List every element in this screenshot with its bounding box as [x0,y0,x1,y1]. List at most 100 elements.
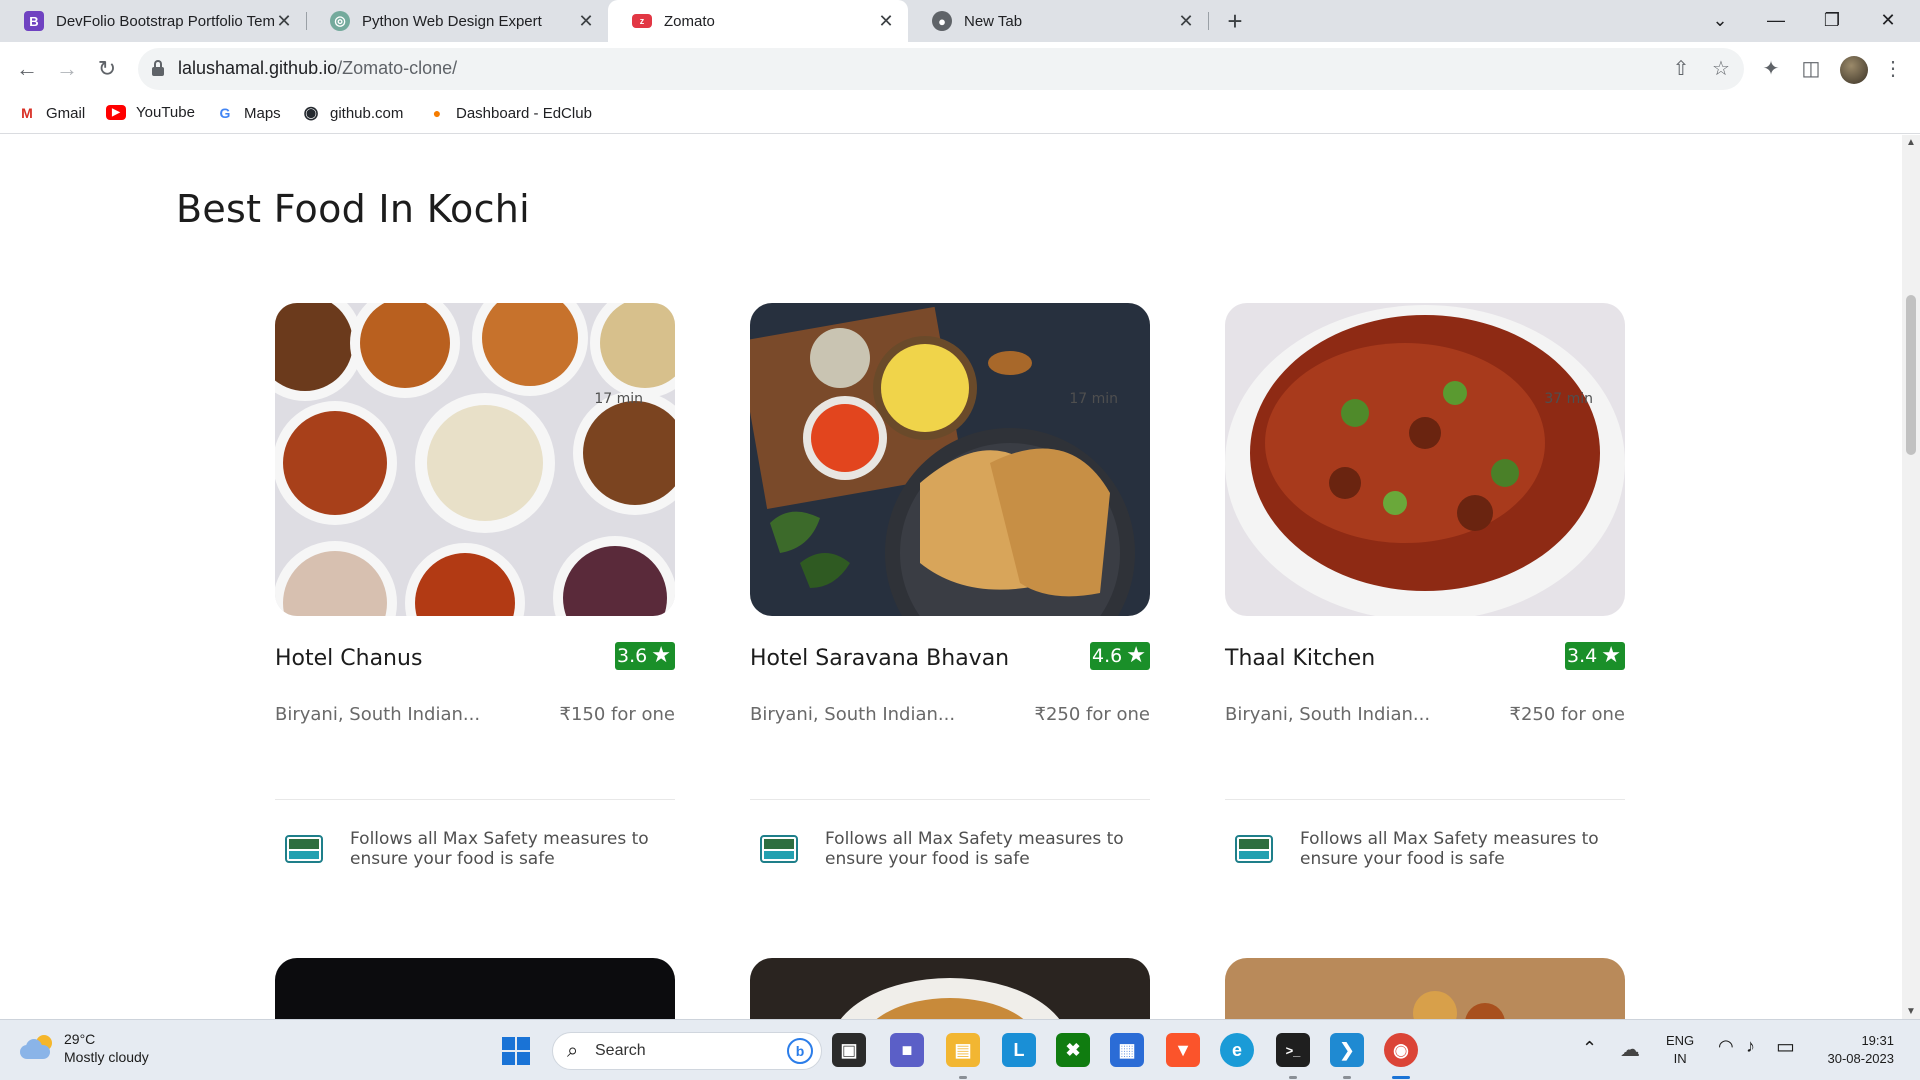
weather-widget[interactable]: 29°C Mostly cloudy [20,1030,149,1066]
close-icon[interactable]: ✕ [274,11,294,32]
close-icon[interactable]: ✕ [576,11,596,32]
tab-new-tab[interactable]: ● New Tab ✕ [908,0,1208,42]
bookmark-star-icon[interactable]: ☆ [1708,56,1734,82]
food-image[interactable] [1225,303,1625,616]
side-panel-icon[interactable]: ◫ [1796,54,1826,84]
chrome-icon[interactable]: ◉ [1384,1033,1418,1067]
tab-zomato[interactable]: z Zomato ✕ [608,0,908,42]
bing-icon[interactable]: b [787,1038,813,1064]
restaurant-name[interactable]: Hotel Chanus [275,646,422,671]
forward-button[interactable]: → [52,54,82,84]
bookmark-edclub[interactable]: ● Dashboard - EdClub [428,104,592,122]
volume-icon[interactable]: ♪ [1746,1036,1755,1057]
profile-avatar[interactable] [1840,56,1868,84]
page-scrollbar[interactable]: ▲ ▼ [1902,135,1920,1019]
clock[interactable]: 19:31 30-08-2023 [1818,1032,1895,1068]
language-code: ENG [1666,1033,1695,1048]
wifi-icon[interactable]: ◠ [1718,1036,1734,1057]
star-icon: ★ [651,643,671,668]
teams-icon[interactable]: ■ [890,1033,924,1067]
tab-search-dropdown-icon[interactable]: ⌄ [1692,0,1748,42]
rating-badge: 3.6 ★ [615,642,675,670]
new-tab-button[interactable]: + [1220,6,1250,36]
battery-icon[interactable]: ▭ [1776,1034,1795,1059]
bookmark-gmail[interactable]: M Gmail [18,104,85,122]
restaurant-name[interactable]: Thaal Kitchen [1225,646,1375,671]
file-explorer-icon[interactable]: ▤ [946,1033,980,1067]
scroll-down-arrow-icon[interactable]: ▼ [1902,1006,1920,1017]
brave-browser-icon[interactable]: ▼ [1166,1033,1200,1067]
scroll-up-arrow-icon[interactable]: ▲ [1902,137,1920,148]
window-close-button[interactable]: ✕ [1860,0,1916,42]
vscode-icon[interactable]: ❯ [1330,1033,1364,1067]
clock-date: 30-08-2023 [1827,1051,1895,1066]
language-indicator[interactable]: ENG IN [1666,1032,1694,1068]
close-icon[interactable]: ✕ [876,11,896,32]
tab-strip: B DevFolio Bootstrap Portfolio Tem ✕ ◎ P… [0,0,1920,42]
l-app-icon[interactable]: L [1002,1033,1036,1067]
url-text[interactable]: lalushamal.github.io/Zomato-clone/ [178,58,457,79]
tab-devfolio[interactable]: B DevFolio Bootstrap Portfolio Tem ✕ [0,0,306,42]
food-image[interactable] [750,303,1150,616]
rating-value: 3.4 [1567,645,1598,667]
card-divider [1225,799,1625,800]
restaurant-name[interactable]: Hotel Saravana Bhavan [750,646,1009,671]
reload-button[interactable]: ↻ [92,54,122,84]
food-image[interactable] [275,303,675,616]
chatgpt-icon: ◎ [330,11,350,31]
bookmark-github[interactable]: ◉ github.com [302,103,404,122]
youtube-icon: ▶ [106,105,126,120]
close-icon[interactable]: ✕ [1176,11,1196,32]
rating-value: 3.6 [617,645,648,667]
rating-badge: 4.6 ★ [1090,642,1150,670]
task-view-icon[interactable]: ▣ [832,1033,866,1067]
bookmark-maps[interactable]: G Maps [216,104,281,122]
terminal-icon[interactable]: >_ [1276,1033,1310,1067]
xbox-icon[interactable]: ✖ [1056,1033,1090,1067]
taskbar-search-box[interactable]: ⌕ Search b [552,1032,822,1070]
back-button[interactable]: ← [12,54,42,84]
restaurant-card[interactable]: Thaal Kitchen 3.4 ★ Biryani, South India… [1225,303,1626,869]
scrollbar-thumb[interactable] [1906,295,1916,455]
restaurant-card[interactable]: Hotel Chanus 3.6 ★ Biryani, South Indian… [275,303,675,869]
onedrive-cloud-icon[interactable]: ☁ [1620,1037,1640,1062]
food-image[interactable] [275,958,675,1019]
address-bar[interactable]: lalushamal.github.io/Zomato-clone/ ⇧ ☆ [138,48,1744,90]
microsoft-store-icon[interactable]: ▦ [1110,1033,1144,1067]
bookmark-label: Dashboard - EdClub [456,104,592,122]
delivery-time: 17 min [1069,391,1118,407]
tab-title: DevFolio Bootstrap Portfolio Tem [56,12,274,30]
minimize-button[interactable]: — [1748,0,1804,42]
partly-cloudy-icon [20,1035,54,1061]
running-indicator [959,1076,967,1079]
cuisine-text: Biryani, South Indian... [1225,704,1431,725]
search-icon: ⌕ [567,1040,579,1062]
running-indicator [1343,1076,1351,1079]
running-indicator [1289,1076,1297,1079]
lock-icon[interactable] [152,60,164,76]
chrome-menu-icon[interactable]: ⋮ [1878,54,1908,84]
max-safety-delivery-icon [285,835,323,863]
share-icon[interactable]: ⇧ [1668,56,1694,82]
delivery-time: 17 min [594,391,643,407]
bookmark-youtube[interactable]: ▶ YouTube [106,104,195,121]
food-image[interactable] [1225,958,1625,1019]
safety-info: Follows all Max Safety measures to ensur… [750,829,1150,879]
active-app-indicator [1392,1076,1410,1079]
rating-badge: 3.4 ★ [1565,642,1625,670]
tab-python-web-design[interactable]: ◎ Python Web Design Expert ✕ [306,0,608,42]
bookmarks-bar: M Gmail ▶ YouTube G Maps ◉ github.com ● … [0,96,1920,134]
restaurant-card[interactable]: Hotel Saravana Bhavan 4.6 ★ Biryani, Sou… [750,303,1150,869]
card-divider [750,799,1150,800]
safety-text: Follows all Max Safety measures to ensur… [825,829,1124,869]
show-hidden-icons-chevron-icon[interactable]: ⌃ [1582,1038,1597,1059]
restore-button[interactable]: ❐ [1804,0,1860,42]
max-safety-delivery-icon [760,835,798,863]
windows-start-icon[interactable] [502,1037,530,1065]
food-image[interactable] [750,958,1150,1019]
price-text: ₹250 for one [1509,704,1626,725]
globe-icon: ● [932,11,952,31]
rating-value: 4.6 [1092,645,1123,667]
edge-browser-icon[interactable]: e [1220,1033,1254,1067]
extensions-icon[interactable]: ✦ [1756,54,1786,84]
